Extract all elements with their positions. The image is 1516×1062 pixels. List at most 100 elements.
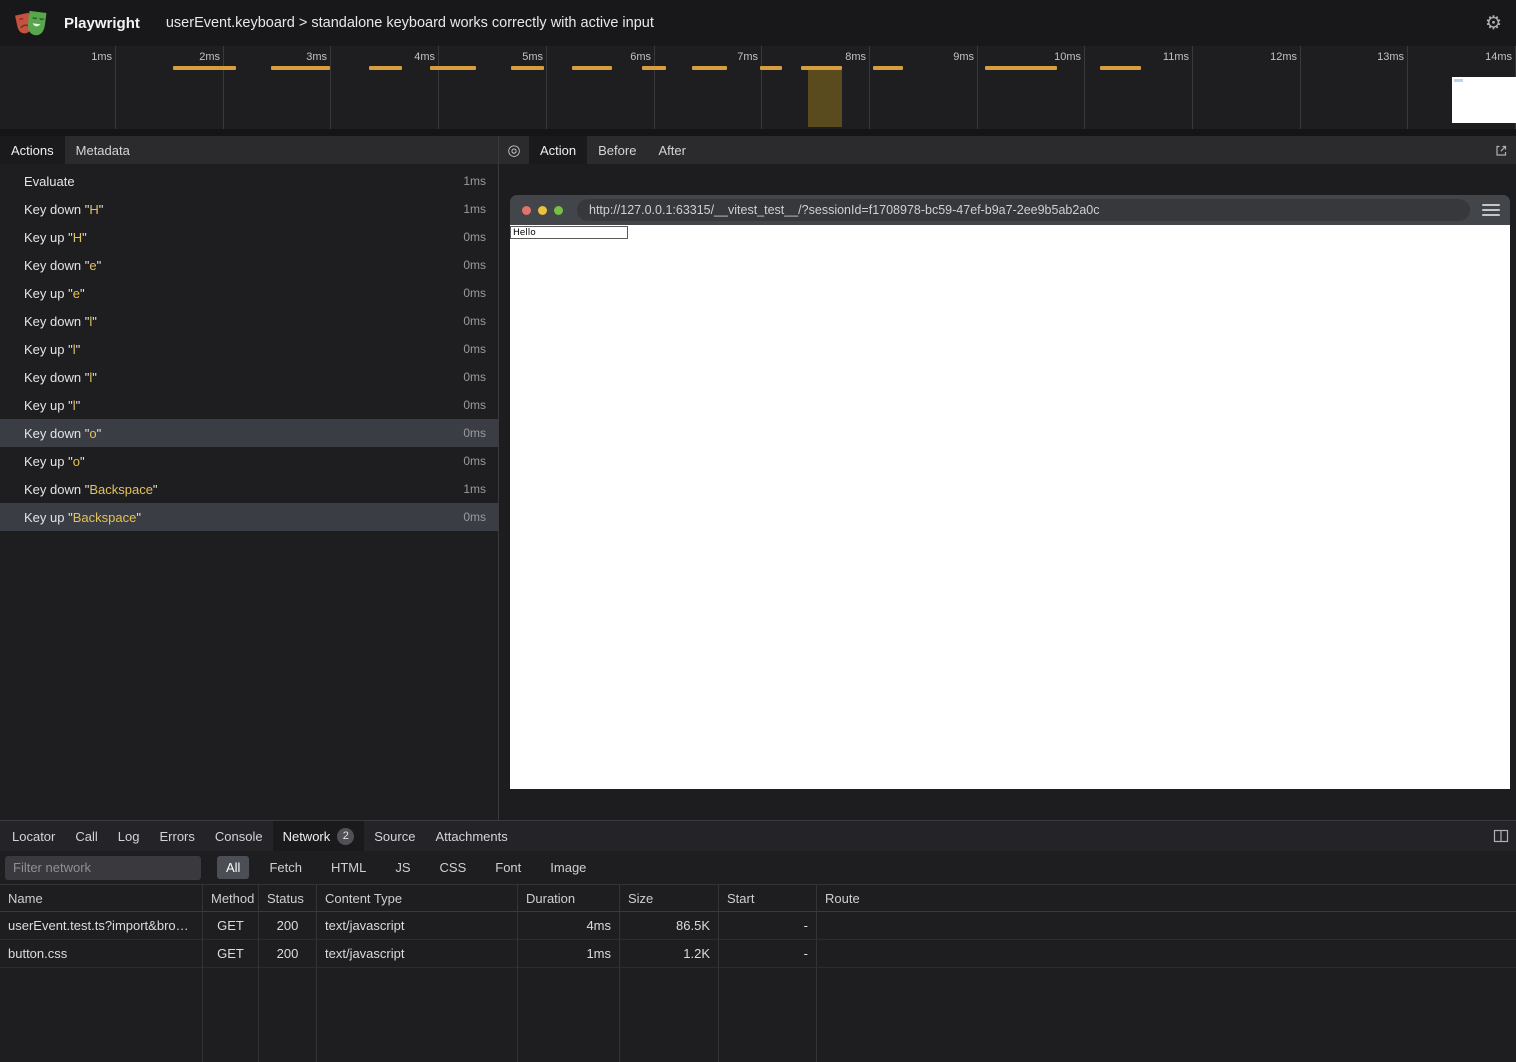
action-duration: 1ms (463, 174, 486, 188)
action-duration: 0ms (463, 342, 486, 356)
net-status: 200 (259, 940, 317, 968)
network-filler-cell (817, 968, 1516, 1062)
net-method: GET (203, 940, 259, 968)
browser-window: http://127.0.0.1:63315/__vitest_test__/?… (510, 195, 1510, 789)
action-row[interactable]: Key down "H" 1ms (0, 195, 498, 223)
timeline-splitter[interactable] (0, 129, 1516, 136)
resource-filter-chip[interactable]: Image (541, 856, 595, 879)
actions-panel-tab[interactable]: Actions (0, 136, 65, 164)
action-row[interactable]: Key up "o" 0ms (0, 447, 498, 475)
network-column-header[interactable]: Content Type (317, 884, 518, 912)
action-label: Key up "Backspace" (24, 510, 455, 525)
net-content-type: text/javascript (317, 912, 518, 940)
resource-filter-chip[interactable]: CSS (431, 856, 476, 879)
timeline-action-bar (642, 66, 666, 70)
details-tab[interactable]: Console (205, 821, 273, 851)
network-column-header[interactable]: Size (620, 884, 719, 912)
details-tab[interactable]: Locator (2, 821, 65, 851)
action-row[interactable]: Evaluate 1ms (0, 167, 498, 195)
timeline-action-bar (430, 66, 476, 70)
net-name: button.css (0, 940, 203, 968)
action-row[interactable]: Key down "e" 0ms (0, 251, 498, 279)
details-tab[interactable]: Network 2 (273, 821, 365, 851)
action-row[interactable]: Key down "l" 0ms (0, 307, 498, 335)
network-filter-row: All Fetch HTML JS CSS Fon (0, 851, 1516, 884)
timeline[interactable]: 1ms 2ms 3ms 4ms 5ms 6ms 7ms (0, 46, 1516, 129)
timeline-action-bars (0, 46, 1516, 129)
action-duration: 0ms (463, 426, 486, 440)
playwright-masks-icon (14, 8, 48, 39)
timeline-action-bar (692, 66, 727, 70)
resource-filter-chip[interactable]: Font (486, 856, 530, 879)
action-row[interactable]: Key up "l" 0ms (0, 335, 498, 363)
details-tab[interactable]: Attachments (425, 821, 517, 851)
action-label: Key down "l" (24, 370, 455, 385)
net-size: 86.5K (620, 912, 719, 940)
details-tab[interactable]: Source (364, 821, 425, 851)
timeline-action-bar (369, 66, 402, 70)
network-filler-cell (0, 968, 203, 1062)
network-filler-cell (203, 968, 259, 1062)
action-duration: 0ms (463, 258, 486, 272)
toolbar-spacer (697, 136, 1486, 164)
details-tab[interactable]: Call (65, 821, 107, 851)
resource-filter-chip[interactable]: All (217, 856, 249, 879)
snapshot-tab[interactable]: Before (587, 136, 647, 164)
action-row[interactable]: Key down "l" 0ms (0, 363, 498, 391)
resource-filter-chip[interactable]: JS (386, 856, 419, 879)
external-link-icon[interactable] (1486, 136, 1516, 164)
browser-chrome: http://127.0.0.1:63315/__vitest_test__/?… (510, 195, 1510, 225)
actions-panel-tab[interactable]: Metadata (65, 136, 141, 164)
action-duration: 0ms (463, 370, 486, 384)
timeline-film-strip-thumbnail[interactable] (1452, 77, 1516, 123)
resource-type-filters: All Fetch HTML JS CSS Fon (217, 856, 595, 879)
network-column-header[interactable]: Status (259, 884, 317, 912)
timeline-action-bar (985, 66, 1057, 70)
filter-network-input[interactable] (5, 856, 201, 880)
network-filler-cell (719, 968, 817, 1062)
gear-icon[interactable]: ⚙ (1485, 14, 1502, 33)
action-row[interactable]: Key up "e" 0ms (0, 279, 498, 307)
action-row[interactable]: Key up "Backspace" 0ms (0, 503, 498, 531)
action-row[interactable]: Key up "l" 0ms (0, 391, 498, 419)
address-bar: http://127.0.0.1:63315/__vitest_test__/?… (577, 199, 1470, 221)
snapshot-tabs: Action Before After (529, 136, 697, 164)
target-icon[interactable]: ◎ (499, 136, 529, 164)
network-count-badge: 2 (337, 828, 354, 845)
resource-filter-chip[interactable]: Fetch (260, 856, 311, 879)
action-label: Key up "e" (24, 286, 455, 301)
action-row[interactable]: Key down "Backspace" 1ms (0, 475, 498, 503)
action-row[interactable]: Key down "o" 0ms (0, 419, 498, 447)
network-table-row[interactable]: userEvent.test.ts?import&bro… GET 200 te… (0, 912, 1516, 940)
action-label: Key down "e" (24, 258, 455, 273)
timeline-action-bar (873, 66, 903, 70)
action-label: Key up "l" (24, 398, 455, 413)
network-column-header[interactable]: Duration (518, 884, 620, 912)
network-column-header[interactable]: Route (817, 884, 1516, 912)
resource-filter-chip[interactable]: HTML (322, 856, 375, 879)
hamburger-menu-icon (1482, 204, 1500, 216)
network-filler-cell (259, 968, 317, 1062)
close-window-icon (522, 206, 531, 215)
page-url: http://127.0.0.1:63315/__vitest_test__/?… (589, 203, 1099, 217)
columns-icon[interactable] (1486, 821, 1516, 851)
details-tab[interactable]: Errors (149, 821, 204, 851)
network-column-header[interactable]: Method (203, 884, 259, 912)
net-route (817, 940, 1516, 968)
action-duration: 0ms (463, 510, 486, 524)
snapshot-tab[interactable]: After (647, 136, 696, 164)
snapshot-toolbar: ◎ Action Before After (499, 136, 1516, 164)
action-row[interactable]: Key up "H" 0ms (0, 223, 498, 251)
action-duration: 0ms (463, 286, 486, 300)
snapshot-panel: ◎ Action Before After (499, 136, 1516, 820)
action-label: Key down "l" (24, 314, 455, 329)
details-panel: Locator Call Log Errors (0, 820, 1516, 1062)
network-column-header[interactable]: Name (0, 884, 203, 912)
app-header: Playwright userEvent.keyboard > standalo… (0, 0, 1516, 46)
page-text-input[interactable] (510, 226, 628, 239)
details-tab[interactable]: Log (108, 821, 150, 851)
snapshot-tab[interactable]: Action (529, 136, 587, 164)
network-column-header[interactable]: Start (719, 884, 817, 912)
action-label: Key down "H" (24, 202, 455, 217)
network-table-row[interactable]: button.css GET 200 text/javascript 1ms 1… (0, 940, 1516, 968)
